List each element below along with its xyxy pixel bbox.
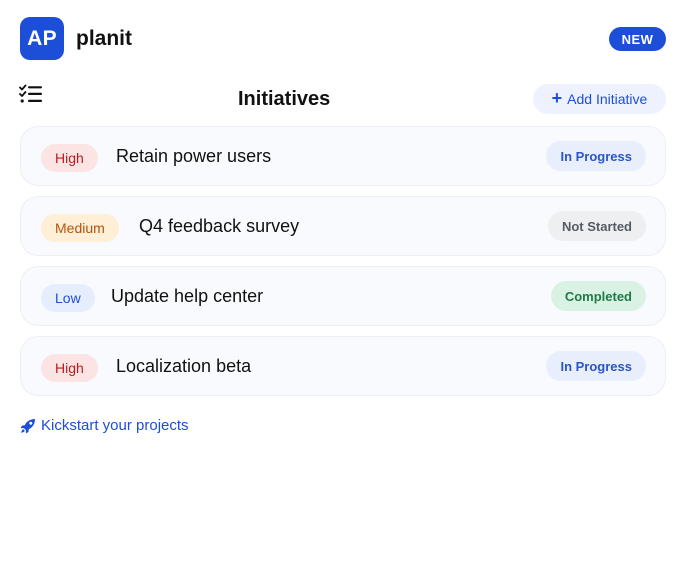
initiative-card[interactable]: Low Update help center Completed [20,266,666,326]
initiative-title: Retain power users [116,146,272,166]
initiative-title: Update help center [111,286,264,306]
plus-icon: + [551,88,563,108]
add-initiative-button[interactable]: + Add Initiative [533,84,666,114]
priority-badge: High [41,354,98,382]
kickstart-label: Kickstart your projects [41,417,189,434]
initiative-card[interactable]: Medium Q4 feedback survey Not Started [20,196,666,256]
priority-badge: Low [41,284,95,312]
initiative-title: Q4 feedback survey [139,216,300,236]
checklist-icon[interactable] [19,84,43,104]
page-title: Initiatives [238,88,331,110]
priority-badge: High [41,144,98,172]
status-badge: Not Started [547,211,646,241]
status-badge: In Progress [546,141,646,171]
new-badge: NEW [609,27,666,51]
kickstart-link[interactable]: Kickstart your projects [20,417,189,434]
status-badge: Completed [550,281,646,311]
initiative-card[interactable]: High Localization beta In Progress [20,336,666,396]
app-window: AP planit NEW Initiatives + Add Initiati… [0,0,698,571]
status-badge: In Progress [546,351,646,381]
app-name: planit [76,27,132,50]
initiative-title: Localization beta [116,356,252,376]
add-initiative-label: Add Initiative [567,91,648,107]
rocket-icon [20,418,35,433]
logo-initials: AP [27,26,57,50]
priority-badge: Medium [41,214,119,242]
initiative-card[interactable]: High Retain power users In Progress [20,126,666,186]
avatar-logo[interactable]: AP [20,17,64,60]
